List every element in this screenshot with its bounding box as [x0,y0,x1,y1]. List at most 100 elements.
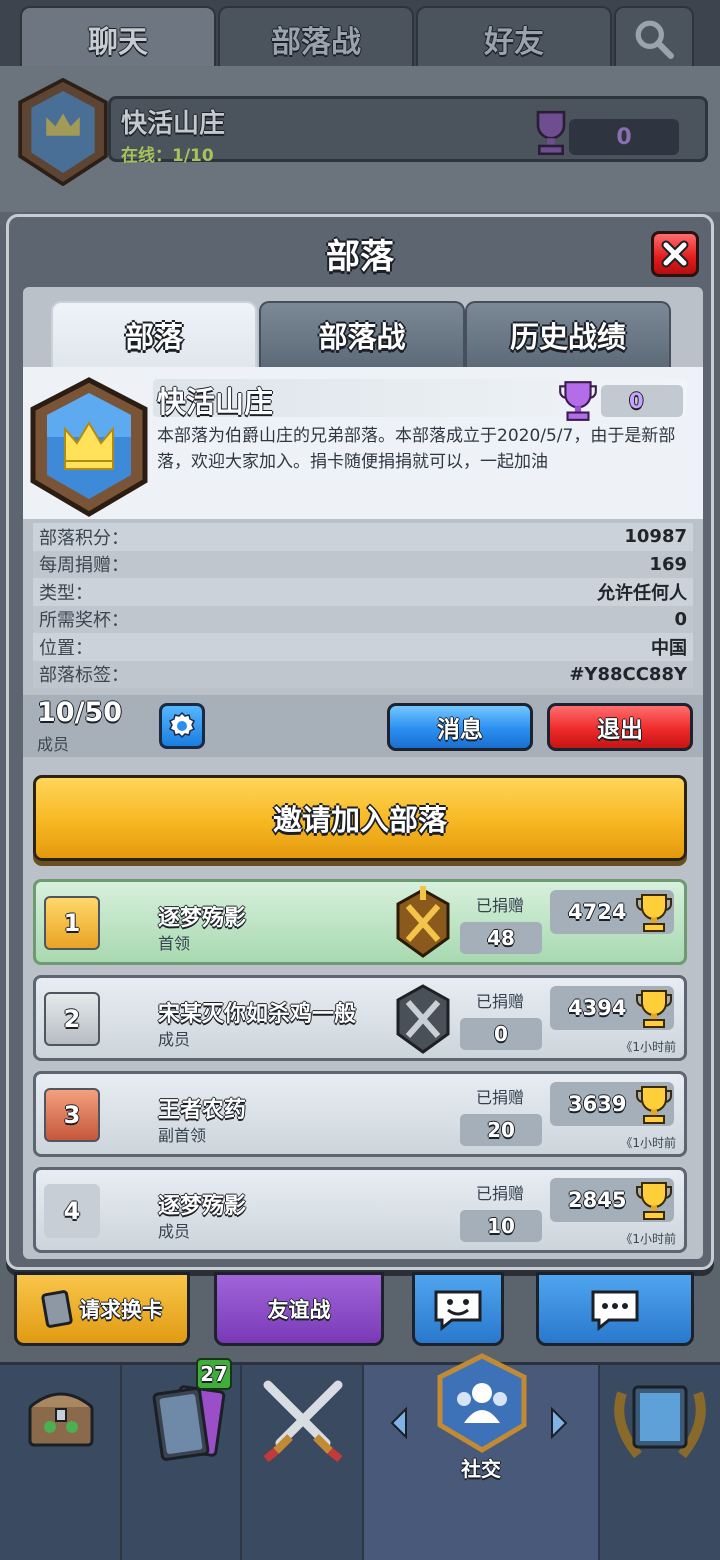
donated-label: 已捐赠 [476,896,525,915]
chat-button[interactable] [536,1272,694,1346]
stat-row: 部落标签： #Y88CC88Y [33,660,693,688]
member-row[interactable]: 4 逐梦殇影 成员 已捐赠 10 2845 《1小时前 [33,1167,687,1253]
stat-row: 所需奖杯： 0 [33,605,693,633]
stat-row: 每周捐赠： 169 [33,550,693,578]
chest-icon [28,1392,94,1447]
stat-value: 0 [674,608,687,630]
emote-button[interactable] [412,1272,504,1346]
search-icon [635,20,674,59]
chat-action-bar: 请求换卡 友谊战 [0,1272,720,1364]
member-action-bar: 10/50 成员 消息 退出 [23,695,703,757]
last-seen: 《1小时前 [620,1040,676,1054]
rank-badge: 1 [44,896,100,950]
settings-button[interactable] [159,703,205,749]
leader-emblem-icon [396,886,450,958]
invite-button[interactable]: 邀请加入部落 [33,775,687,861]
member-role: 首领 [158,934,191,953]
stat-row: 部落积分： 10987 [33,523,693,551]
clan-panel: 部落 部落战 历史战绩 快活山庄 0 本部落为伯爵山庄的兄弟部落。本部落成立于2… [23,287,703,1259]
member-row[interactable]: 1 逐梦殇影 首领 已捐赠 48 4724 [33,879,687,965]
modal-title: 部落 [326,237,394,277]
stat-row: 类型： 允许任何人 [33,578,693,606]
clan-name-bar: 快活山庄 0 [153,379,687,421]
nav-shop[interactable] [0,1365,122,1560]
background-trophy-count: 0 [569,119,679,155]
clan-badge-icon [30,377,148,517]
member-row[interactable]: 3 王者农药 副首领 已捐赠 20 3639 《1小时前 [33,1071,687,1157]
member-label: 成员 [37,735,70,754]
stat-value: 10987 [624,526,687,548]
last-seen: 《1小时前 [620,1136,676,1150]
member-name: 王者农药 [158,1098,247,1123]
stat-row: 位置： 中国 [33,633,693,661]
nav-social[interactable]: 社交 [364,1353,600,1560]
background-online-count: 在线：1/10 [121,146,214,166]
background-clan-name: 快活山庄 [121,109,226,139]
bottom-navigation: 社交 [0,1353,720,1560]
subtab-clan-war[interactable]: 部落战 [259,301,465,367]
tab-friends[interactable]: 好友 [416,6,612,70]
cards-icon [152,1385,226,1461]
nav-cards[interactable] [122,1365,242,1560]
leave-button[interactable]: 退出 [547,703,693,751]
top-tab-bar: 聊天 部落战 好友 [0,0,720,70]
trophy-icon [636,990,672,1028]
card-icon [41,1290,73,1328]
request-cards-label: 请求换卡 [79,1298,163,1322]
last-seen: 《1小时前 [620,1232,676,1246]
stat-label: 部落标签： [39,665,129,687]
trophy-icon [636,1182,672,1220]
tab-chat[interactable]: 聊天 [20,6,216,70]
clan-info: 快活山庄 0 本部落为伯爵山庄的兄弟部落。本部落成立于2020/5/7，由于是新… [23,367,703,519]
member-count: 10/50 [37,697,123,728]
stat-value: 允许任何人 [597,582,687,604]
arrow-right-icon [551,1406,568,1440]
request-cards-button[interactable]: 请求换卡 [14,1272,190,1346]
trophy-icon [559,381,597,421]
rank-badge: 3 [44,1088,100,1142]
crossed-swords-icon [263,1380,343,1463]
nav-events[interactable] [600,1365,720,1560]
donated-count: 10 [460,1210,542,1242]
donated-label: 已捐赠 [476,992,525,1011]
background-clan-info: 快活山庄 在线：1/10 0 [108,96,708,166]
arrow-left-icon [390,1406,407,1440]
search-button[interactable] [614,6,694,70]
chat-bubble-icon [591,1290,639,1332]
laurel-badge-icon [614,1385,706,1459]
donated-count: 0 [460,1018,542,1050]
stat-label: 类型： [39,582,93,604]
gear-icon [168,711,196,739]
close-icon [661,240,689,268]
donated-count: 48 [460,922,542,954]
donated-count: 20 [460,1114,542,1146]
member-role: 成员 [158,1222,191,1241]
nav-social-label: 社交 [461,1457,501,1481]
tab-clan-war[interactable]: 部落战 [218,6,414,70]
stat-label: 所需奖杯： [39,610,129,632]
trophy-icon [636,894,672,932]
stat-value: 169 [649,553,687,575]
friendly-battle-button[interactable]: 友谊战 [214,1272,384,1346]
stat-value: 中国 [651,637,687,659]
close-button[interactable] [651,231,699,277]
rank-badge: 4 [44,1184,100,1238]
member-name: 逐梦殇影 [158,1194,247,1219]
emote-icon [434,1290,482,1332]
clan-trophy-count: 0 [601,385,683,417]
rank-badge: 2 [44,992,100,1046]
member-role: 成员 [158,1030,191,1049]
social-icon [437,1353,527,1453]
clan-name: 快活山庄 [157,385,274,419]
member-name: 宋某灭你如杀鸡一般 [158,1002,357,1027]
member-name: 逐梦殇影 [158,906,247,931]
stat-label: 位置： [39,637,93,659]
nav-battle[interactable] [242,1365,364,1560]
message-button[interactable]: 消息 [387,703,533,751]
member-role: 副首领 [158,1126,207,1145]
subtab-history[interactable]: 历史战绩 [465,301,671,367]
member-row[interactable]: 2 宋某灭你如杀鸡一般 成员 已捐赠 0 4394 《1小时前 [33,975,687,1061]
subtab-clan[interactable]: 部落 [51,301,257,367]
clan-description: 本部落为伯爵山庄的兄弟部落。本部落成立于2020/5/7，由于是新部落，欢迎大家… [157,426,676,472]
clan-modal: 部落 部落 部落战 历史战绩 快活山庄 0 本部落为伯爵山庄的兄弟部落。本部落成… [6,214,714,1270]
